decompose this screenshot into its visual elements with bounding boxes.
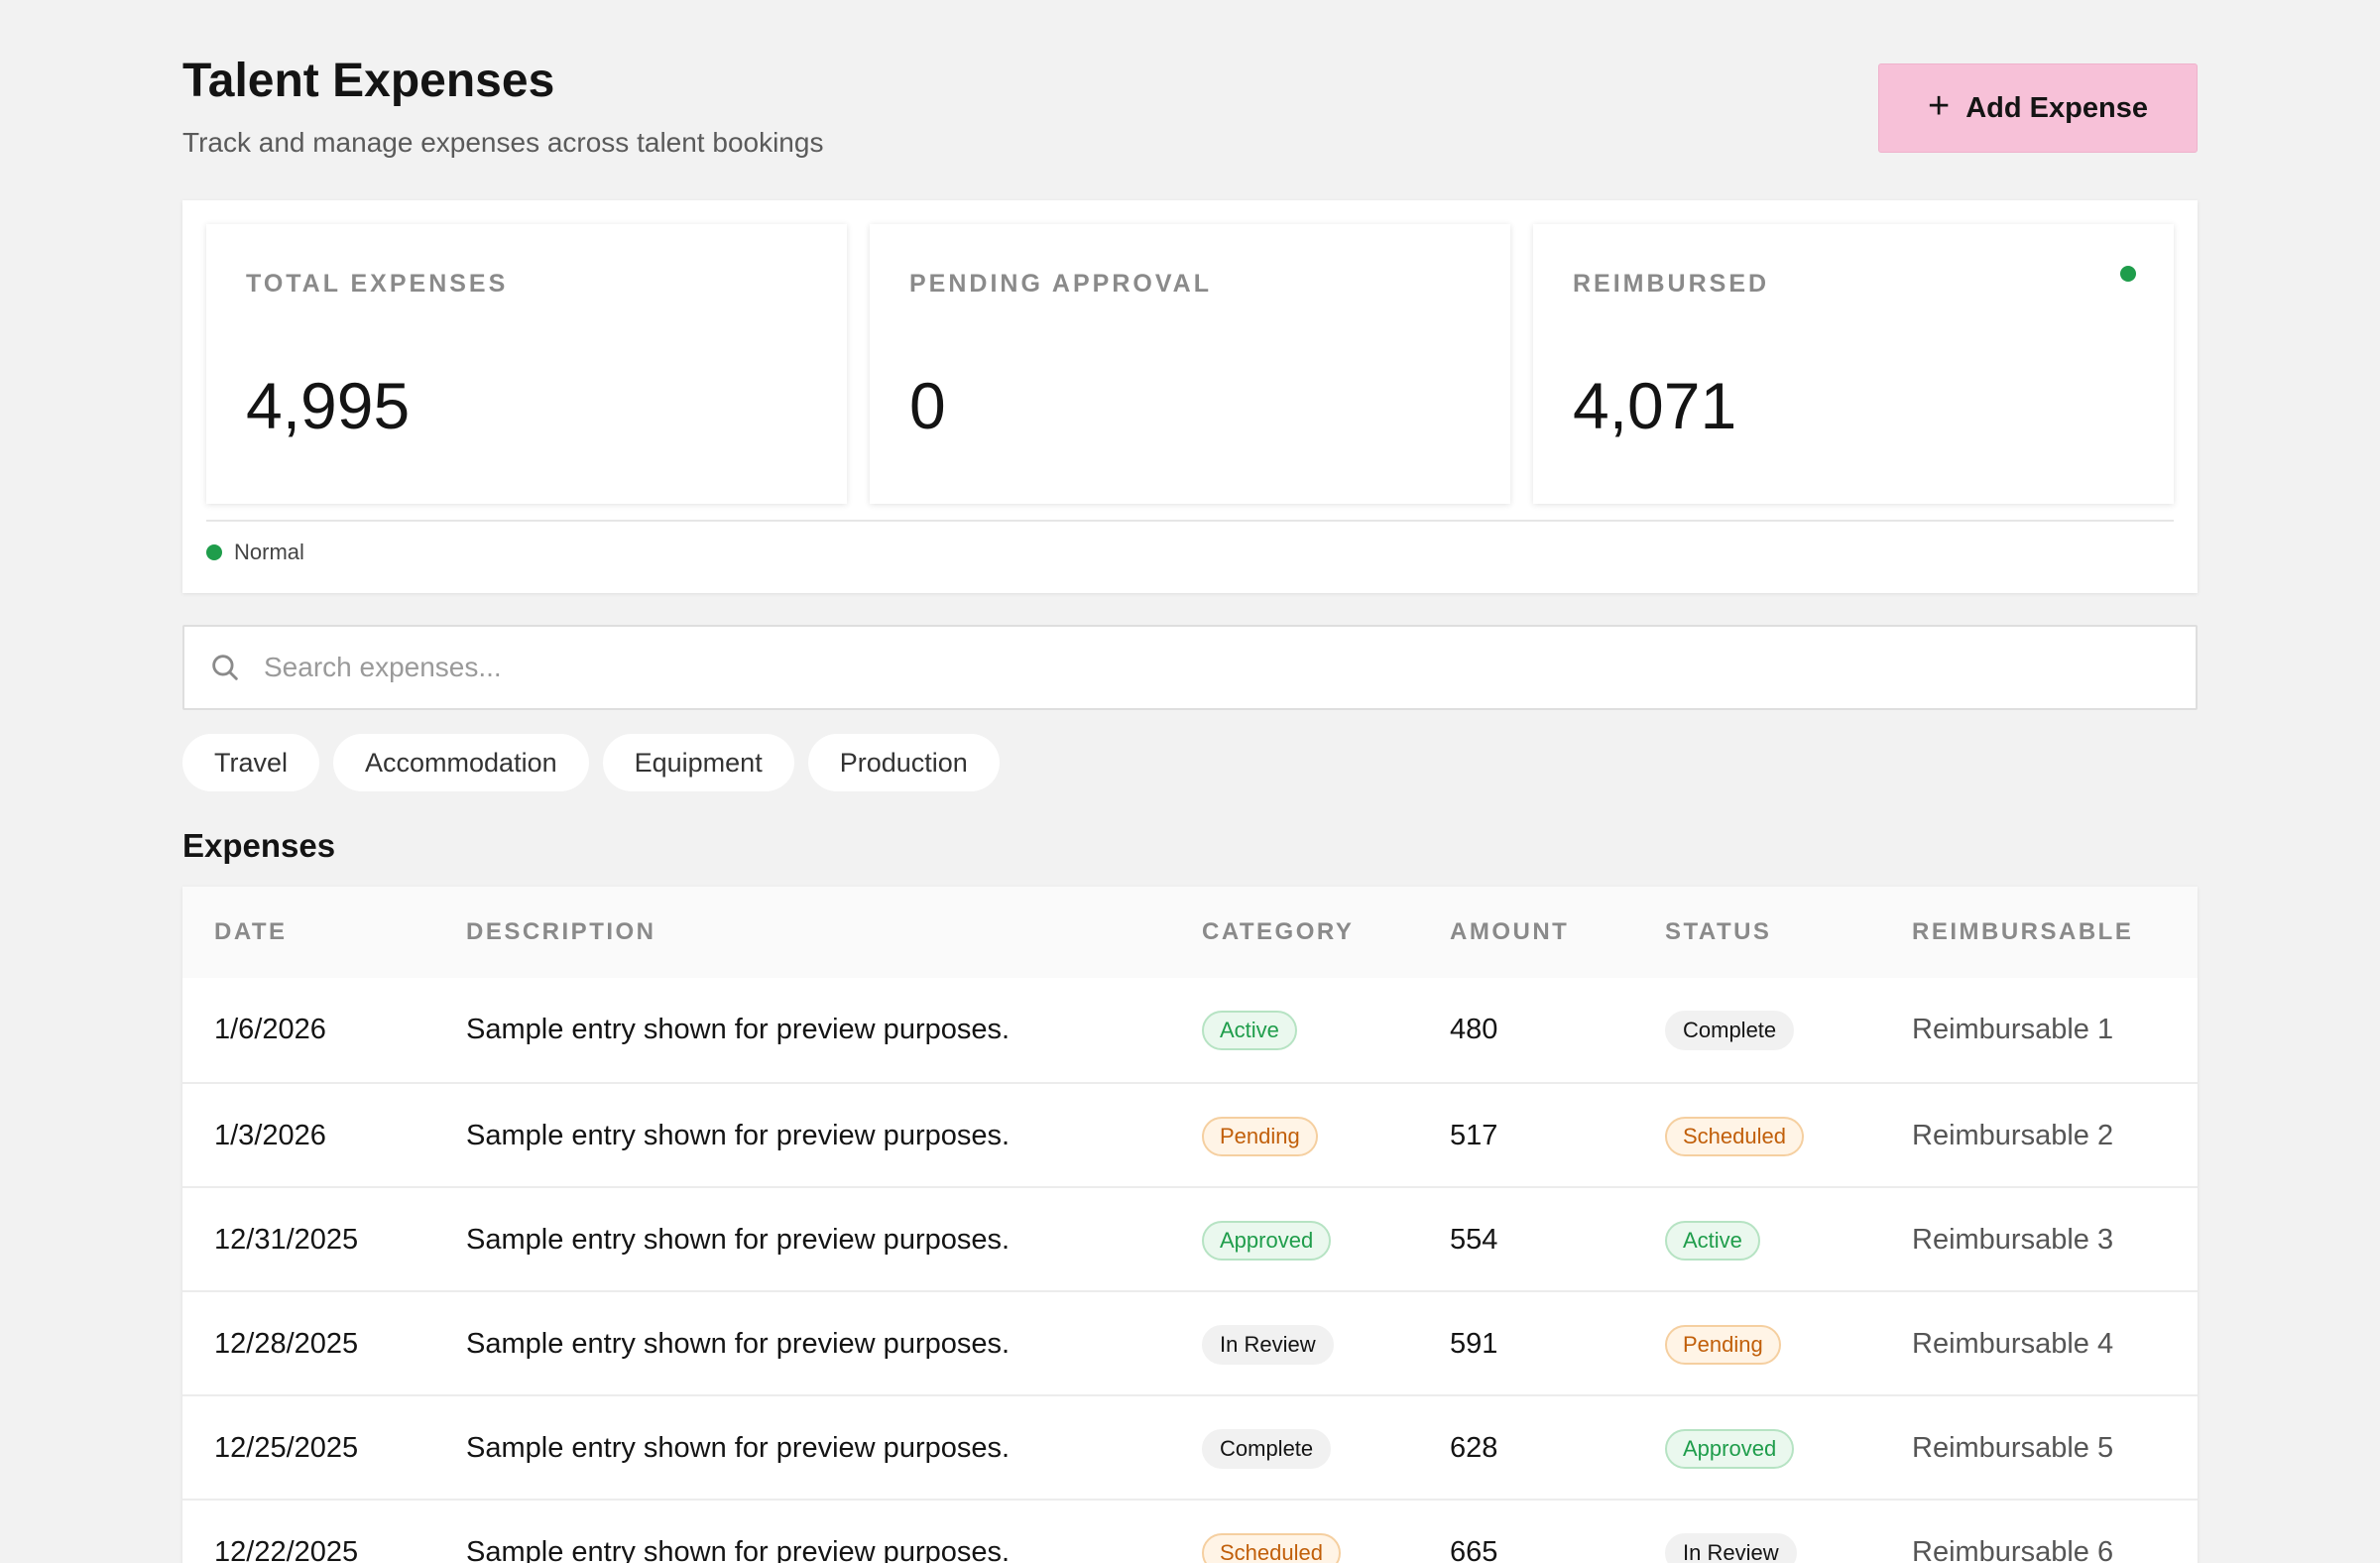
status-dot-icon — [206, 544, 222, 560]
search-input[interactable] — [264, 652, 2148, 683]
cell-date: 12/22/2025 — [214, 1536, 359, 1563]
status-badge: In Review — [1665, 1532, 1797, 1563]
filter-chip-equipment[interactable]: Equipment — [602, 734, 794, 791]
cell-reimbursable: Reimbursable 2 — [1912, 1120, 2114, 1151]
stats-panel: TOTAL EXPENSES 4,995 PENDING APPROVAL 0 … — [182, 200, 2198, 593]
stat-value: 4,071 — [1573, 369, 1737, 442]
table-row[interactable]: 1/3/2026 Sample entry shown for preview p… — [182, 1082, 2198, 1186]
add-expense-button[interactable]: + Add Expense — [1878, 63, 2198, 153]
column-header-date[interactable]: DATE — [214, 918, 288, 946]
cell-reimbursable: Reimbursable 1 — [1912, 1014, 2114, 1045]
expenses-table: DATE DESCRIPTION CATEGORY AMOUNT STATUS … — [182, 887, 2198, 1563]
search-box[interactable] — [182, 625, 2198, 710]
cell-description: Sample entry shown for preview purposes. — [466, 1536, 1011, 1563]
cell-amount: 517 — [1450, 1120, 1498, 1151]
table-row[interactable]: 12/25/2025 Sample entry shown for preview… — [182, 1394, 2198, 1499]
cell-reimbursable: Reimbursable 5 — [1912, 1432, 2114, 1464]
cell-date: 1/3/2026 — [214, 1120, 326, 1151]
stat-label: REIMBURSED — [1573, 270, 1770, 298]
category-badge: In Review — [1202, 1324, 1334, 1365]
cell-category: Approved — [1202, 1188, 1332, 1292]
search-icon — [212, 655, 238, 680]
cell-description: Sample entry shown for preview purposes. — [466, 1224, 1011, 1256]
cell-amount: 554 — [1450, 1224, 1498, 1256]
system-status: Normal — [206, 540, 304, 565]
cell-category: Pending — [1202, 1084, 1318, 1188]
cell-category: Complete — [1202, 1396, 1332, 1501]
cell-amount: 480 — [1450, 1014, 1498, 1045]
status-dot-icon — [2120, 266, 2136, 282]
table-row[interactable]: 12/31/2025 Sample entry shown for preview… — [182, 1186, 2198, 1290]
category-badge: Active — [1202, 1010, 1297, 1050]
plus-icon: + — [1928, 85, 1951, 127]
stat-card-total-expenses: TOTAL EXPENSES 4,995 — [206, 224, 847, 504]
table-row[interactable]: 12/22/2025 Sample entry shown for preview… — [182, 1499, 2198, 1563]
category-filters: Travel Accommodation Equipment Productio… — [182, 734, 1000, 791]
cell-status: Pending — [1665, 1292, 1781, 1396]
stat-value: 4,995 — [246, 369, 411, 442]
category-badge: Complete — [1202, 1428, 1332, 1469]
cell-amount: 665 — [1450, 1536, 1498, 1563]
cell-reimbursable: Reimbursable 4 — [1912, 1328, 2114, 1360]
column-header-reimbursable[interactable]: REIMBURSABLE — [1912, 918, 2133, 946]
cell-date: 12/28/2025 — [214, 1328, 359, 1360]
filter-chip-production[interactable]: Production — [807, 734, 1000, 791]
cell-amount: 591 — [1450, 1328, 1498, 1360]
cell-amount: 628 — [1450, 1432, 1498, 1464]
divider — [206, 520, 2174, 522]
stat-label: PENDING APPROVAL — [909, 270, 1212, 298]
stat-value: 0 — [909, 369, 946, 442]
table-row[interactable]: 1/6/2026 Sample entry shown for preview p… — [182, 978, 2198, 1082]
stat-card-reimbursed: REIMBURSED 4,071 — [1533, 224, 2174, 504]
stat-card-pending-approval: PENDING APPROVAL 0 — [870, 224, 1510, 504]
cell-date: 1/6/2026 — [214, 1014, 326, 1045]
cell-status: In Review — [1665, 1501, 1797, 1563]
cell-reimbursable: Reimbursable 6 — [1912, 1536, 2114, 1563]
filter-chip-travel[interactable]: Travel — [182, 734, 320, 791]
column-header-status[interactable]: STATUS — [1665, 918, 1771, 946]
status-badge: Pending — [1665, 1324, 1781, 1365]
category-badge: Approved — [1202, 1220, 1332, 1261]
table-header: DATE DESCRIPTION CATEGORY AMOUNT STATUS … — [182, 887, 2198, 978]
cell-category: In Review — [1202, 1292, 1334, 1396]
cell-category: Active — [1202, 978, 1297, 1082]
status-badge: Complete — [1665, 1010, 1795, 1050]
add-expense-label: Add Expense — [1965, 91, 2148, 124]
filter-chip-accommodation[interactable]: Accommodation — [333, 734, 589, 791]
cell-date: 12/25/2025 — [214, 1432, 359, 1464]
column-header-category[interactable]: CATEGORY — [1202, 918, 1354, 946]
cell-status: Complete — [1665, 978, 1795, 1082]
page: Talent Expenses Track and manage expense… — [0, 0, 2380, 1563]
status-badge: Scheduled — [1665, 1116, 1804, 1156]
page-header: Talent Expenses Track and manage expense… — [182, 52, 2198, 171]
cell-date: 12/31/2025 — [214, 1224, 359, 1256]
cell-status: Approved — [1665, 1396, 1795, 1501]
cell-description: Sample entry shown for preview purposes. — [466, 1432, 1011, 1464]
category-badge: Pending — [1202, 1116, 1318, 1156]
cell-status: Active — [1665, 1188, 1760, 1292]
cell-status: Scheduled — [1665, 1084, 1804, 1188]
table-row[interactable]: 12/28/2025 Sample entry shown for preview… — [182, 1290, 2198, 1394]
table-body: 1/6/2026 Sample entry shown for preview p… — [182, 978, 2198, 1563]
cell-description: Sample entry shown for preview purposes. — [466, 1120, 1011, 1151]
column-header-amount[interactable]: AMOUNT — [1450, 918, 1569, 946]
status-badge: Active — [1665, 1220, 1760, 1261]
cell-category: Scheduled — [1202, 1501, 1341, 1563]
cell-description: Sample entry shown for preview purposes. — [466, 1014, 1011, 1045]
column-header-description[interactable]: DESCRIPTION — [466, 918, 656, 946]
category-badge: Scheduled — [1202, 1532, 1341, 1563]
status-label: Normal — [234, 540, 304, 564]
cell-description: Sample entry shown for preview purposes. — [466, 1328, 1011, 1360]
cell-reimbursable: Reimbursable 3 — [1912, 1224, 2114, 1256]
stat-label: TOTAL EXPENSES — [246, 270, 509, 298]
section-title: Expenses — [182, 827, 336, 864]
status-badge: Approved — [1665, 1428, 1795, 1469]
